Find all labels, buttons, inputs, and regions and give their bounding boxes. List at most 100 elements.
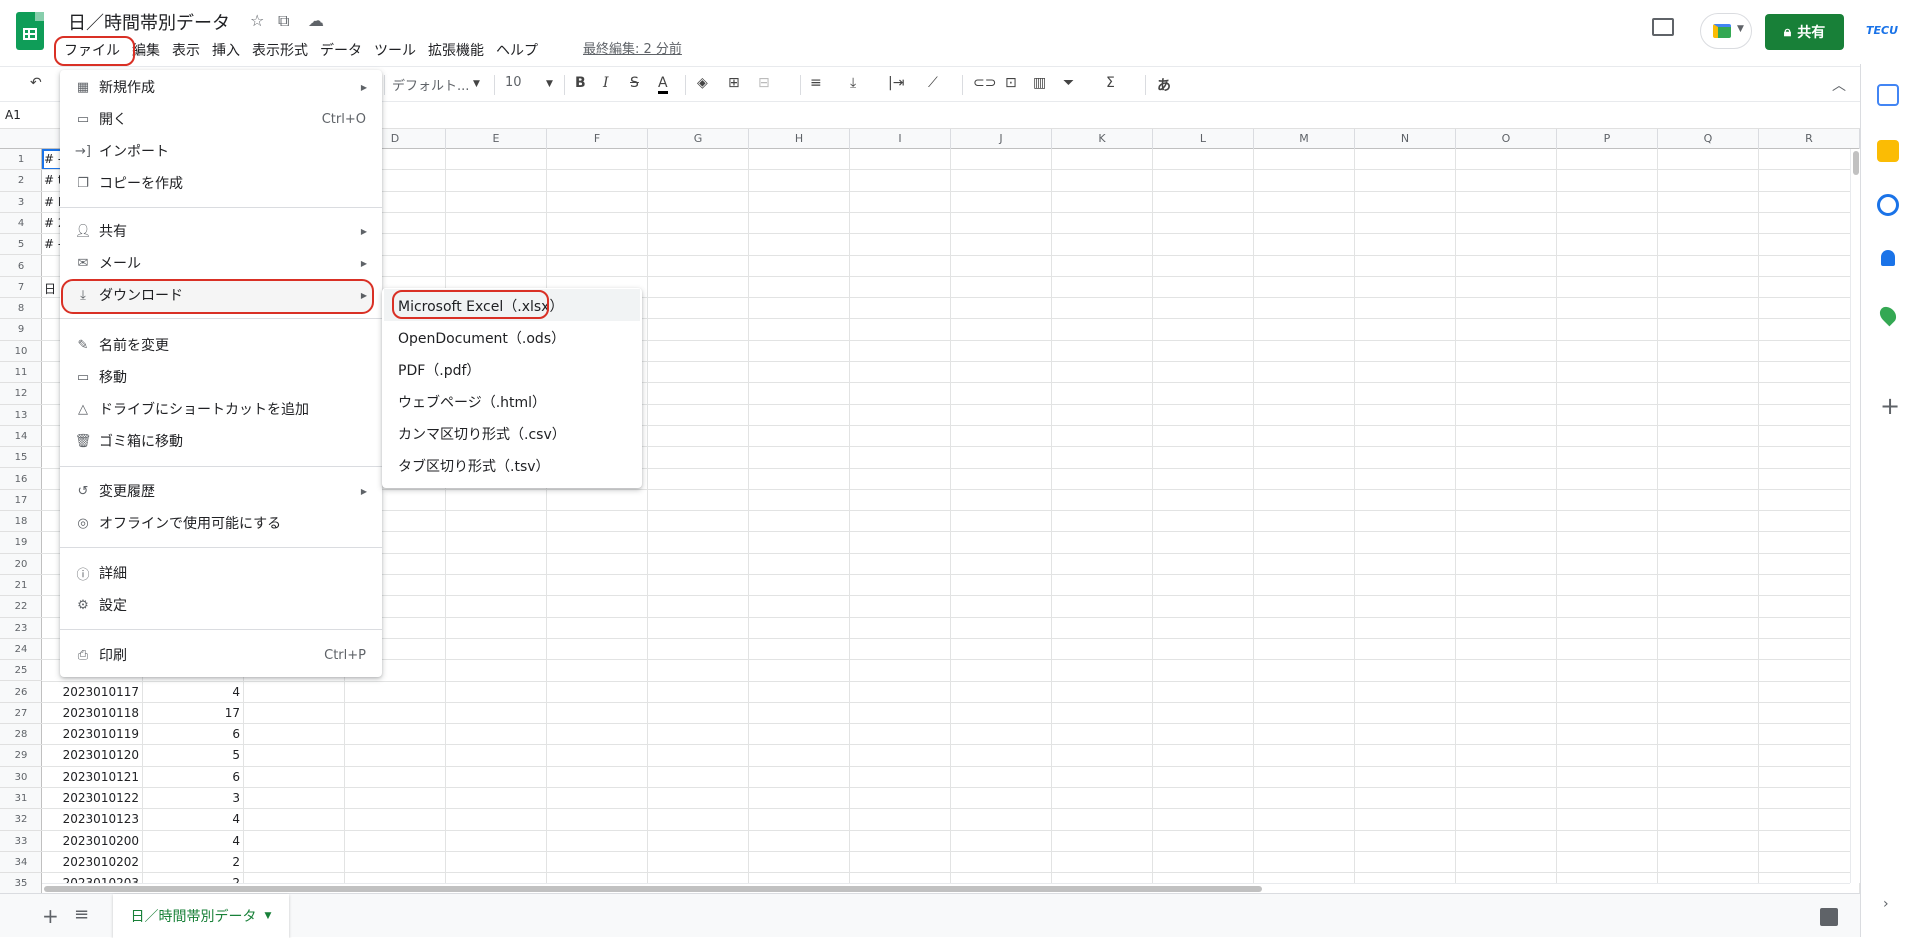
row-header-22[interactable]: 22 [0,596,42,618]
comment-add-icon[interactable]: ⊡ [1005,75,1017,91]
row-header-11[interactable]: 11 [0,362,42,384]
horizontal-scrollbar[interactable] [42,883,1850,893]
file-menu-item-share-person[interactable]: 👤︎ 共有 ▶ [60,215,382,247]
cell-b33[interactable]: 4 [143,834,240,848]
row-header-35[interactable]: 35 [0,873,42,893]
column-header-q[interactable]: Q [1658,129,1759,149]
sheet-tab[interactable]: 日／時間帯別データ ▼ [113,894,289,938]
row-header-31[interactable]: 31 [0,788,42,810]
menu-data[interactable]: データ [314,40,368,62]
row-header-17[interactable]: 17 [0,490,42,512]
file-menu-item-import[interactable]: →] インポート [60,135,382,167]
cell-b29[interactable]: 5 [143,748,240,762]
file-menu-item-new[interactable]: ▦ 新規作成 ▶ [60,71,382,103]
file-menu-item-info[interactable]: ⓘ 詳細 [60,557,382,589]
column-header-l[interactable]: L [1153,129,1254,149]
column-header-o[interactable]: O [1456,129,1557,149]
file-menu-item-copy[interactable]: ❐ コピーを作成 [60,167,382,199]
cell-a32[interactable]: 2023010123 [42,812,139,826]
keep-icon[interactable] [1877,140,1899,162]
calendar-icon[interactable] [1877,84,1899,106]
column-header-m[interactable]: M [1254,129,1355,149]
file-menu-item-print[interactable]: ⎙ 印刷 Ctrl+P [60,639,382,671]
row-header-15[interactable]: 15 [0,447,42,469]
row-header-9[interactable]: 9 [0,319,42,341]
row-header-33[interactable]: 33 [0,831,42,852]
menu-view[interactable]: 表示 [166,40,206,62]
menu-extensions[interactable]: 拡張機能 [422,40,490,62]
row-header-4[interactable]: 4 [0,213,42,235]
download-option-csv[interactable]: カンマ区切り形式（.csv） [382,418,642,450]
row-header-34[interactable]: 34 [0,852,42,874]
file-menu-item-drive-shortcut[interactable]: △ ドライブにショートカットを追加 [60,393,382,425]
menu-tools[interactable]: ツール [368,40,422,62]
download-option-tsv[interactable]: タブ区切り形式（.tsv） [382,450,642,482]
link-icon[interactable]: ⊂⊃ [973,75,996,91]
row-header-29[interactable]: 29 [0,745,42,767]
row-header-26[interactable]: 26 [0,682,42,703]
download-option-ods[interactable]: OpenDocument（.ods） [382,322,642,354]
share-button[interactable]: 🔒︎ 共有 [1765,14,1844,50]
cell-b27[interactable]: 17 [143,706,240,720]
row-header-24[interactable]: 24 [0,639,42,661]
file-menu-item-folder[interactable]: ▭ 開く Ctrl+O [60,103,382,135]
explore-icon[interactable] [1820,908,1838,926]
functions-icon[interactable]: Σ [1106,75,1115,91]
maps-icon[interactable] [1876,303,1900,327]
row-header-27[interactable]: 27 [0,703,42,725]
menu-insert[interactable]: 挿入 [206,40,246,62]
move-folder-icon[interactable]: ⧉ [278,11,289,31]
row-header-25[interactable]: 25 [0,660,42,682]
input-tools-icon[interactable]: あ [1157,75,1171,95]
align-horizontal-icon[interactable]: ≡ [810,75,822,91]
row-header-18[interactable]: 18 [0,511,42,533]
account-logo[interactable]: TECU [1866,24,1898,37]
cell-b26[interactable]: 4 [143,685,240,699]
font-select[interactable]: デフォルト... [392,75,469,94]
tasks-icon[interactable] [1877,194,1899,216]
text-wrap-icon[interactable]: |⇥ [888,75,904,91]
row-header-12[interactable]: 12 [0,383,42,405]
cell-b34[interactable]: 2 [143,855,240,869]
row-header-3[interactable]: 3 [0,192,42,213]
undo-icon[interactable]: ↶ [30,75,42,91]
cell-a34[interactable]: 2023010202 [42,855,139,869]
text-color-icon[interactable]: A [658,75,668,94]
chevron-down-icon[interactable]: ▼ [473,79,480,89]
row-header-13[interactable]: 13 [0,405,42,426]
strikethrough-icon[interactable]: S [630,75,639,91]
row-header-23[interactable]: 23 [0,618,42,639]
column-header-g[interactable]: G [648,129,749,149]
chevron-up-icon[interactable]: ︿ [1832,75,1846,95]
row-header-10[interactable]: 10 [0,341,42,362]
file-menu-item-history[interactable]: ↺ 変更履歴 ▶ [60,475,382,507]
sheets-logo-icon[interactable] [16,12,44,50]
all-sheets-icon[interactable]: ≡ [74,904,89,925]
row-header-6[interactable]: 6 [0,256,42,277]
download-option-html[interactable]: ウェブページ（.html） [382,386,642,418]
filter-icon[interactable]: ⏷ [1063,75,1074,91]
row-header-16[interactable]: 16 [0,469,42,490]
file-menu-item-mail[interactable]: ✉ メール ▶ [60,247,382,279]
file-menu-item-offline[interactable]: ◎ オフラインで使用可能にする [60,507,382,539]
meet-button[interactable]: ▼ [1700,13,1752,49]
cell-a33[interactable]: 2023010200 [42,834,139,848]
column-header-j[interactable]: J [951,129,1052,149]
bold-icon[interactable]: B [575,75,586,91]
comments-icon[interactable] [1652,18,1674,36]
menu-format[interactable]: 表示形式 [246,40,314,62]
menu-help[interactable]: ヘルプ [490,40,544,62]
cell-a29[interactable]: 2023010120 [42,748,139,762]
chevron-right-icon[interactable]: › [1883,896,1889,912]
column-header-n[interactable]: N [1355,129,1456,149]
vertical-scrollbar[interactable] [1850,149,1860,883]
row-header-20[interactable]: 20 [0,554,42,575]
cell-b32[interactable]: 4 [143,812,240,826]
row-header-1[interactable]: 1 [0,149,42,171]
italic-icon[interactable]: I [603,75,609,91]
font-size-select[interactable]: 10 [505,75,522,90]
file-menu-item-rename[interactable]: ✎ 名前を変更 [60,329,382,361]
cell-a26[interactable]: 2023010117 [42,685,139,699]
document-title[interactable]: 日／時間帯別データ [68,9,230,35]
row-header-19[interactable]: 19 [0,532,42,554]
